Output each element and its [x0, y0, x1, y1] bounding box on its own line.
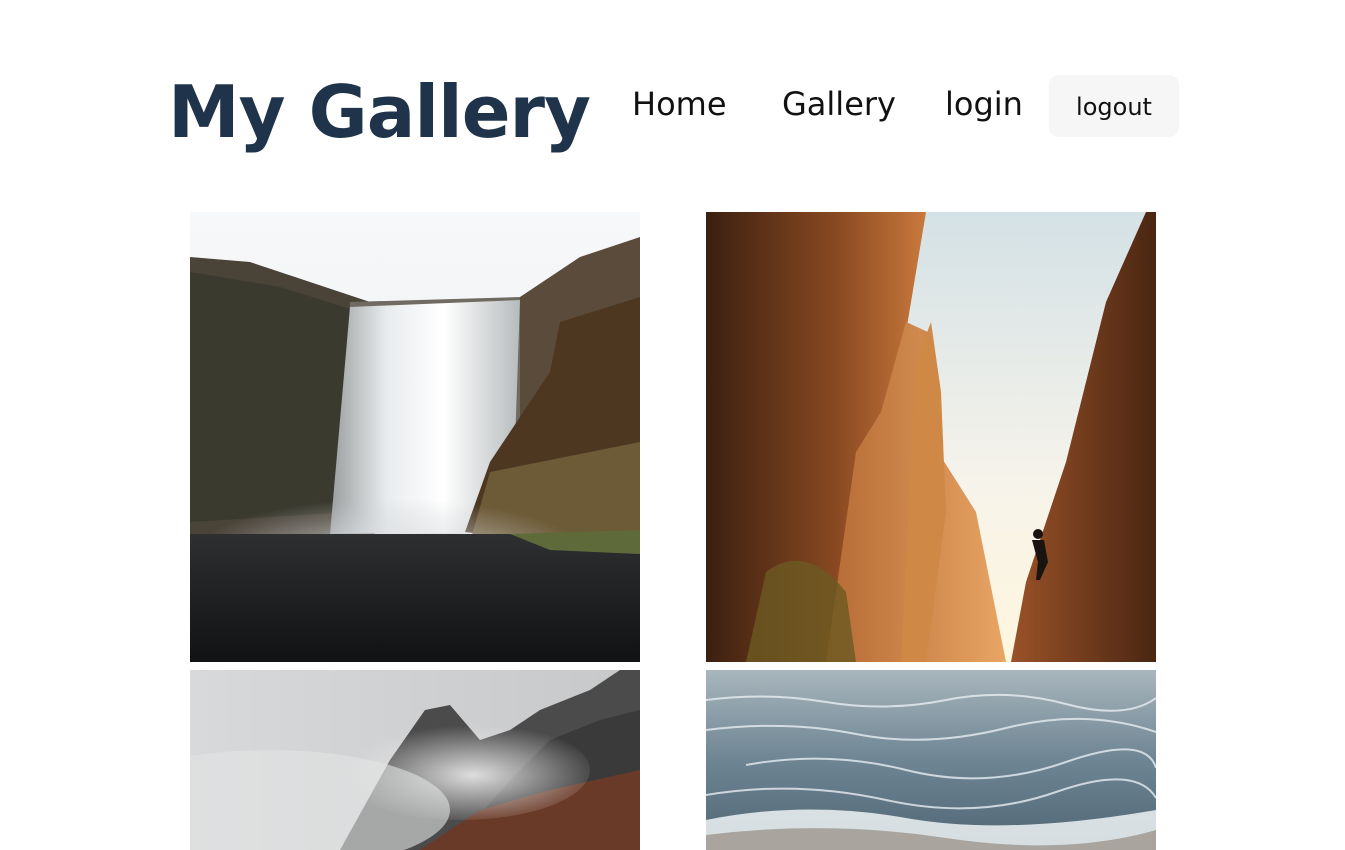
- nav-link-login[interactable]: login: [945, 75, 1023, 137]
- gallery-photo-ocean[interactable]: [706, 670, 1156, 850]
- ocean-image: [706, 670, 1156, 850]
- nav-link-home[interactable]: Home: [632, 75, 727, 137]
- page: My Gallery Home Gallery login logout: [0, 0, 1345, 850]
- site-title: My Gallery: [168, 70, 591, 154]
- mountains-image: [190, 670, 640, 850]
- main-nav: Home Gallery login logout: [610, 75, 1190, 137]
- gallery-photo-canyon[interactable]: [706, 212, 1156, 662]
- waterfall-image: [190, 212, 640, 662]
- gallery-photo-waterfall[interactable]: [190, 212, 640, 662]
- logout-button[interactable]: logout: [1049, 75, 1179, 137]
- canyon-image: [706, 212, 1156, 662]
- gallery-photo-mountains[interactable]: [190, 670, 640, 850]
- nav-link-gallery[interactable]: Gallery: [782, 75, 896, 137]
